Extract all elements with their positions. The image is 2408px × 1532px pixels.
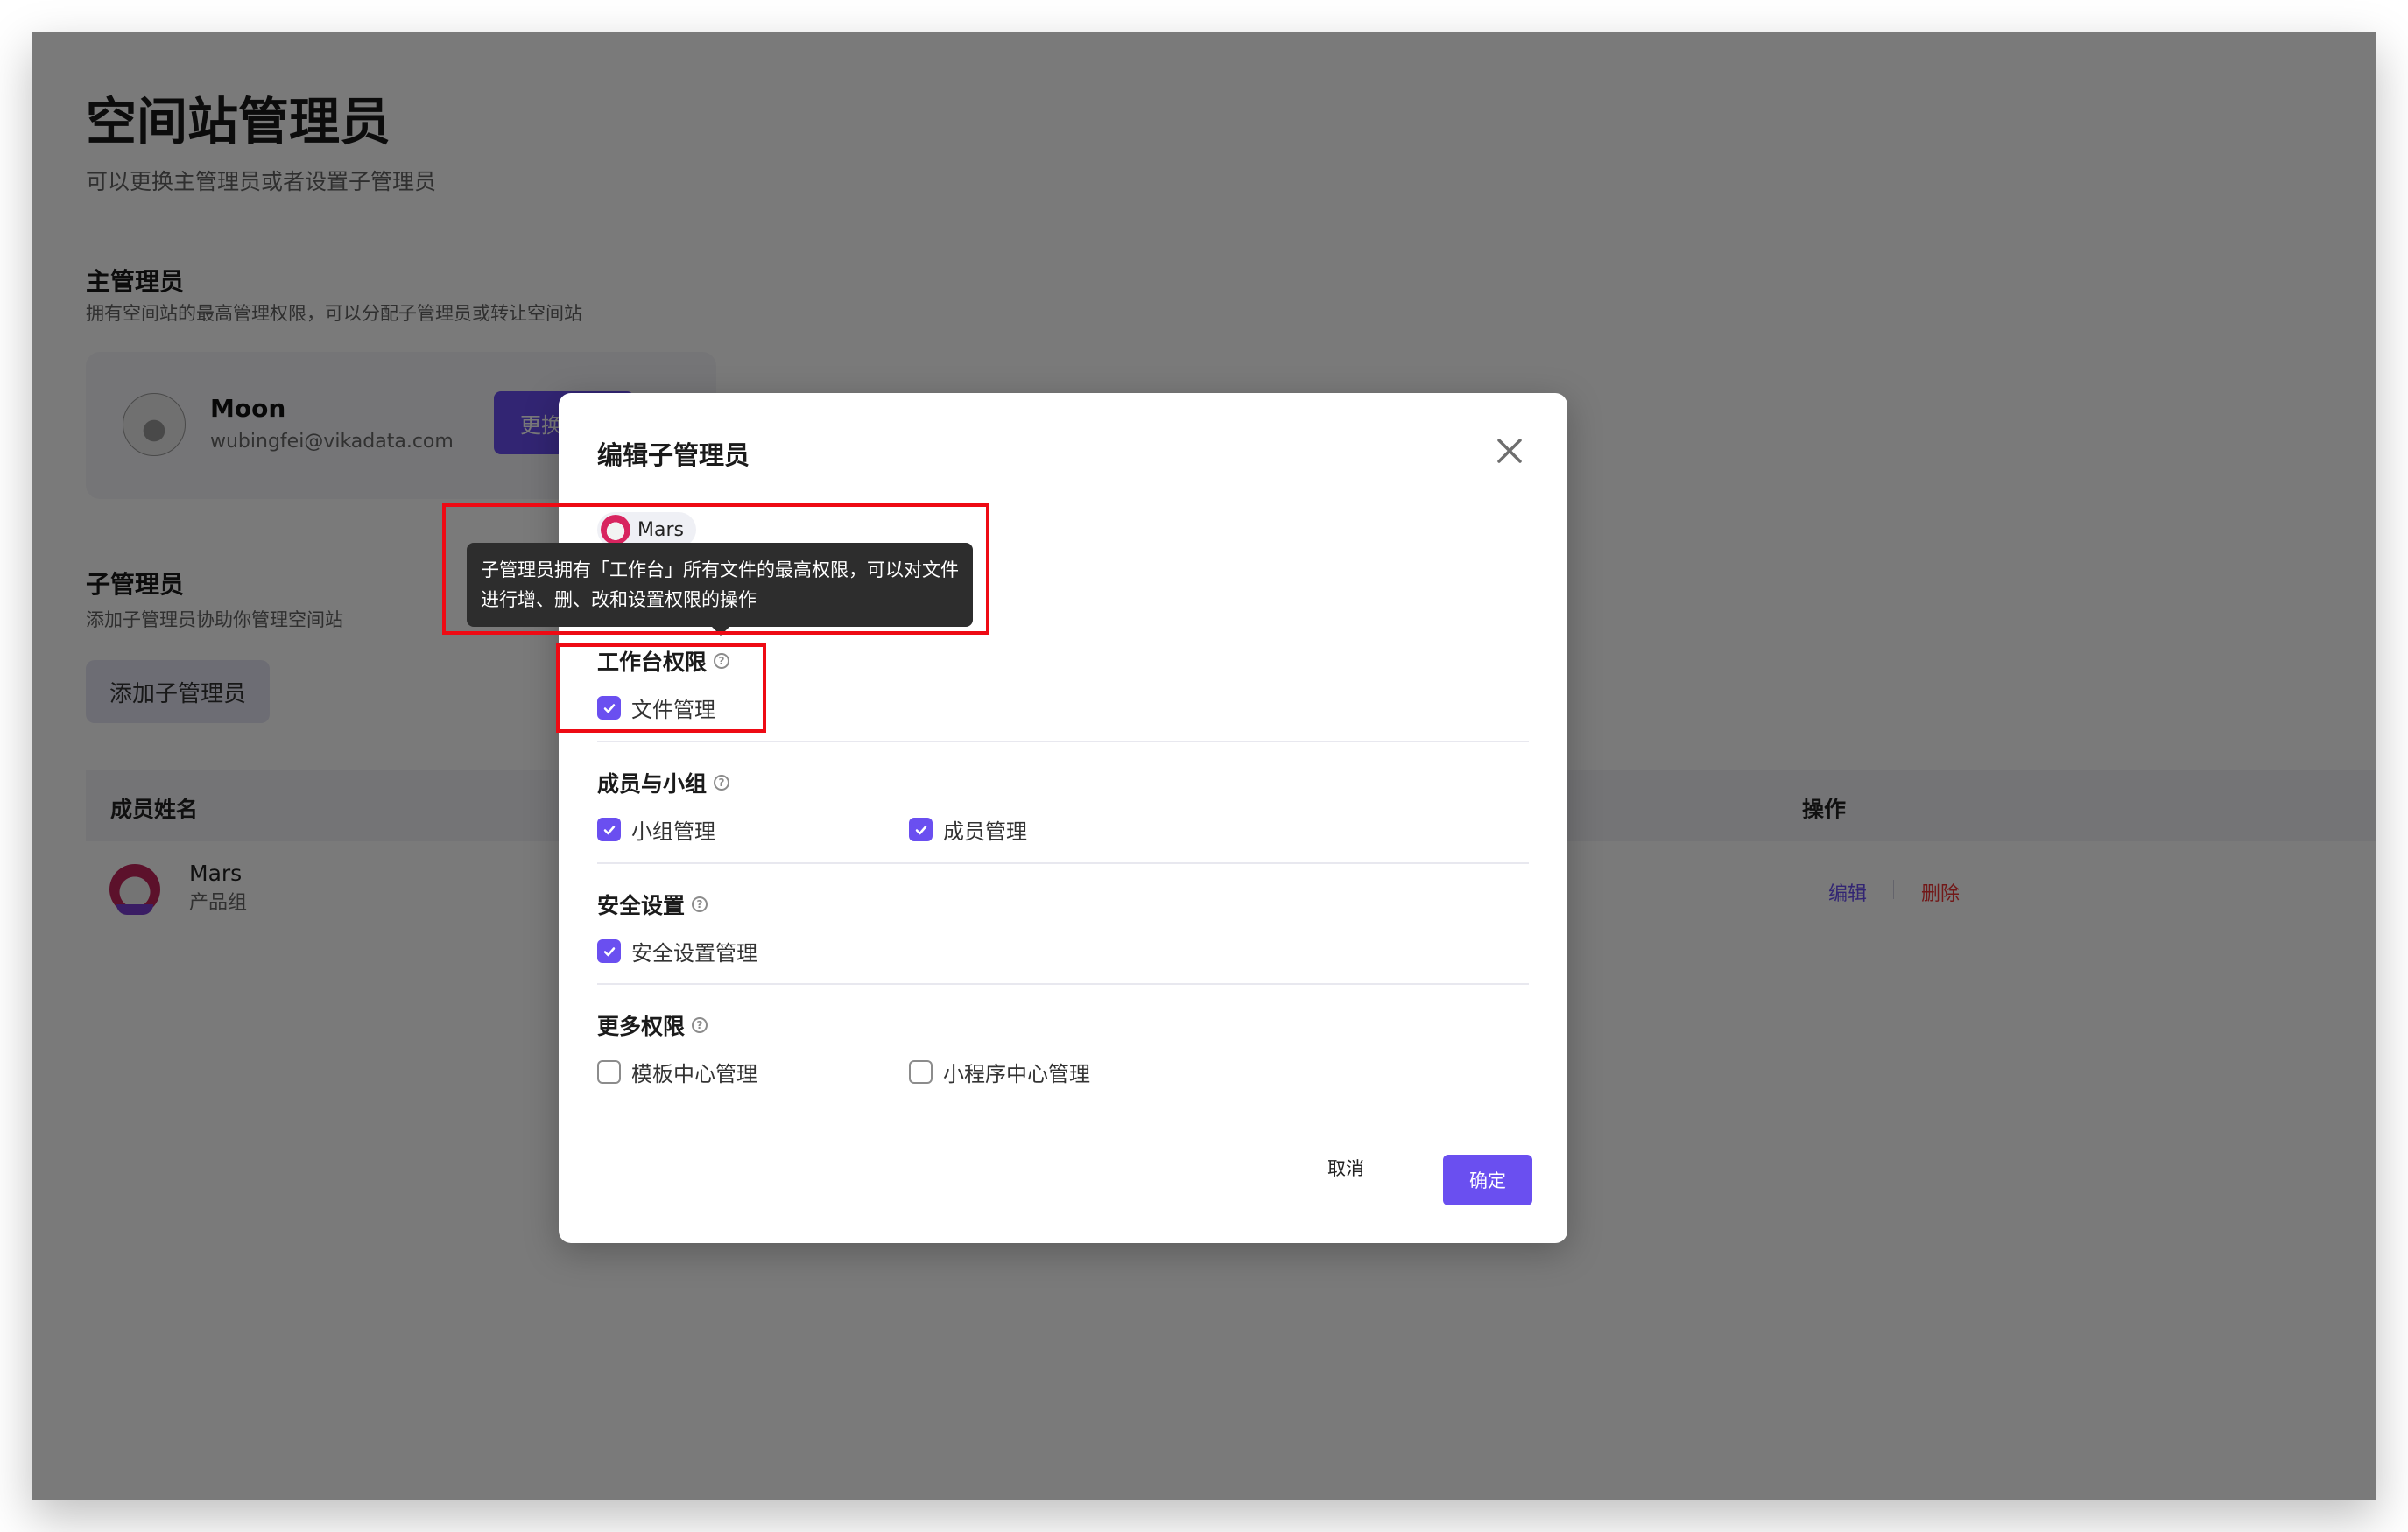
section-title-text: 成员与小组 [597, 771, 708, 797]
permission-section-members: 成员与小组 ? 小组管理 成员管理 [597, 769, 1529, 844]
cancel-button[interactable]: 取消 [1327, 1155, 1364, 1181]
section-title-text: 更多权限 [597, 1014, 686, 1039]
checkbox-widget-center[interactable]: 小程序中心管理 [909, 1057, 1221, 1087]
checkbox-checked-icon [597, 818, 621, 841]
checkbox-unchecked-icon [909, 1060, 933, 1084]
option-list: 模板中心管理 小程序中心管理 [597, 1057, 1221, 1087]
checkbox-security-management[interactable]: 安全设置管理 [597, 936, 909, 966]
section-title: 安全设置 ? [597, 890, 1529, 918]
option-label: 模板中心管理 [631, 1062, 757, 1086]
divider [597, 741, 1529, 742]
close-icon [1497, 439, 1522, 463]
divider [597, 862, 1529, 864]
section-title: 更多权限 ? [597, 1011, 1529, 1039]
option-list: 安全设置管理 [597, 936, 909, 966]
divider [597, 983, 1529, 985]
help-icon[interactable]: ? [714, 775, 730, 791]
close-button[interactable] [1494, 435, 1525, 467]
checkbox-checked-icon [909, 818, 933, 841]
confirm-button[interactable]: 确定 [1443, 1155, 1532, 1205]
option-label: 小程序中心管理 [943, 1062, 1090, 1086]
section-title-text: 安全设置 [597, 893, 686, 918]
checkbox-unchecked-icon [597, 1060, 621, 1084]
checkbox-member-management[interactable]: 成员管理 [909, 814, 1221, 845]
option-label: 成员管理 [943, 819, 1027, 844]
help-icon[interactable]: ? [692, 896, 708, 912]
option-list: 小组管理 成员管理 [597, 814, 1221, 845]
option-label: 安全设置管理 [631, 941, 757, 966]
option-label: 小组管理 [631, 819, 715, 844]
checkbox-template-center[interactable]: 模板中心管理 [597, 1057, 909, 1087]
permission-section-security: 安全设置 ? 安全设置管理 [597, 890, 1529, 966]
help-icon[interactable]: ? [692, 1017, 708, 1033]
checkbox-checked-icon [597, 939, 621, 963]
highlight-box-tooltip [442, 503, 989, 635]
modal-title: 编辑子管理员 [597, 440, 750, 470]
checkbox-group-management[interactable]: 小组管理 [597, 814, 909, 845]
highlight-box-workbench [556, 643, 766, 733]
permission-section-more: 更多权限 ? 模板中心管理 小程序中心管理 [597, 1011, 1529, 1086]
section-title: 成员与小组 ? [597, 769, 1529, 797]
